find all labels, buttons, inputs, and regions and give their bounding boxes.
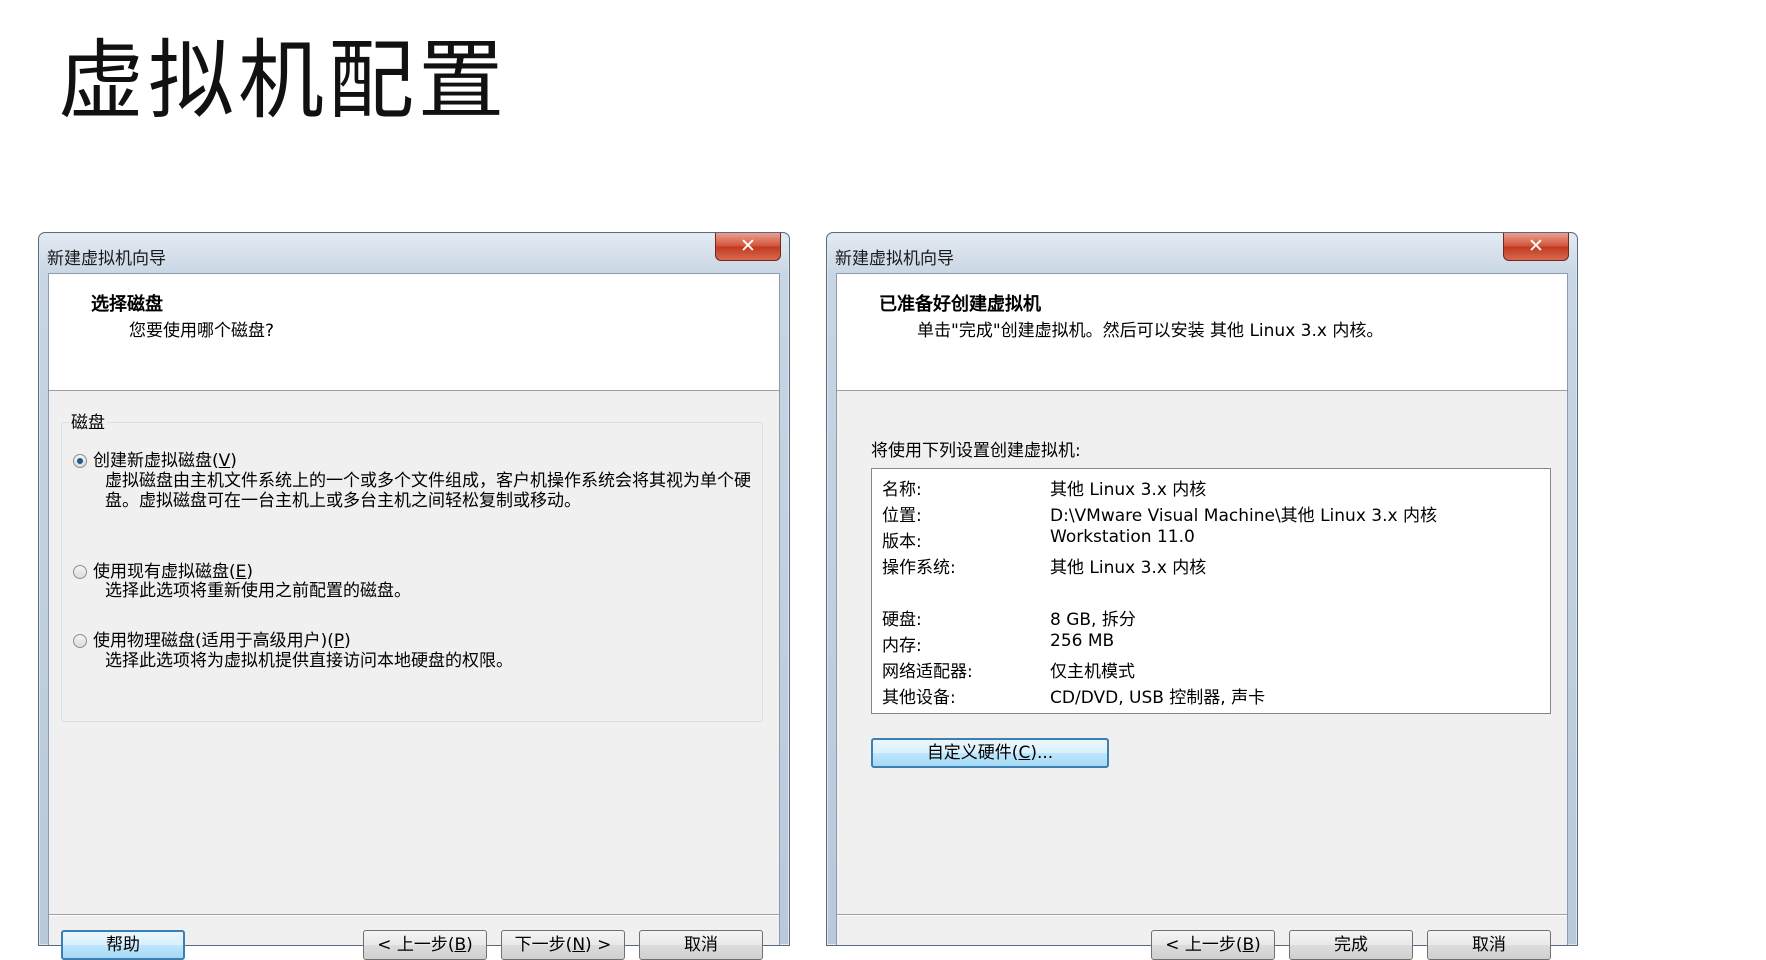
- close-icon: ✕: [1528, 235, 1544, 257]
- close-button[interactable]: ✕: [1503, 233, 1569, 261]
- radio-unchecked-icon[interactable]: [73, 634, 87, 648]
- setting-key: 网络适配器:: [882, 662, 973, 682]
- footer-divider: [49, 914, 779, 916]
- custom-label: 自定义硬件(: [926, 743, 1019, 763]
- setting-key: 位置:: [882, 506, 922, 526]
- mnemonic-key: N: [572, 935, 586, 955]
- window-title: 新建虚拟机向导: [47, 249, 166, 269]
- disk-group-label: 磁盘: [69, 408, 107, 433]
- setting-key: 内存:: [882, 636, 922, 656]
- cancel-button[interactable]: 取消: [639, 930, 763, 960]
- back-button[interactable]: < 上一步(B): [1151, 930, 1275, 960]
- radio-label-end: ): [230, 451, 237, 471]
- finish-button[interactable]: 完成: [1289, 930, 1413, 960]
- back-label: < 上一步(: [377, 935, 455, 955]
- mnemonic-key: B: [454, 935, 467, 955]
- radio-description: 虚拟磁盘由主机文件系统上的一个或多个文件组成，客户机操作系统会将其视为单个硬盘。…: [105, 471, 751, 511]
- dialog-client-area: 已准备好创建虚拟机 单击"完成"创建虚拟机。然后可以安装 其他 Linux 3.…: [836, 273, 1568, 960]
- radio-label: 创建新虚拟磁盘(: [93, 451, 219, 471]
- help-button[interactable]: 帮助: [61, 930, 185, 960]
- setting-value: 8 GB, 拆分: [1050, 610, 1136, 630]
- cancel-button[interactable]: 取消: [1427, 930, 1551, 960]
- setting-key: 名称:: [882, 480, 922, 500]
- new-vm-wizard-disk-dialog: 新建虚拟机向导 ✕ 选择磁盘 您要使用哪个磁盘? 磁盘 创建新虚拟磁盘(V) 虚…: [38, 232, 790, 960]
- setting-key: 操作系统:: [882, 558, 956, 578]
- mnemonic-key: P: [333, 631, 345, 651]
- back-label-end: ): [466, 935, 473, 955]
- title-bar[interactable]: 新建虚拟机向导 ✕: [827, 233, 1577, 273]
- window-title: 新建虚拟机向导: [835, 249, 954, 269]
- mnemonic-key: V: [218, 451, 231, 471]
- settings-intro: 将使用下列设置创建虚拟机:: [871, 441, 1081, 461]
- mnemonic-key: C: [1018, 743, 1031, 763]
- slide-title: 虚拟机配置: [58, 31, 508, 131]
- radio-use-physical-disk[interactable]: 使用物理磁盘(适用于高级用户)(P): [73, 626, 351, 651]
- close-button[interactable]: ✕: [715, 233, 781, 261]
- settings-summary-box[interactable]: 名称: 其他 Linux 3.x 内核 位置: D:\VMware Visual M…: [871, 468, 1551, 714]
- header-title: 选择磁盘: [91, 294, 163, 315]
- header-subtitle: 您要使用哪个磁盘?: [129, 321, 275, 341]
- header-title: 已准备好创建虚拟机: [879, 294, 1041, 315]
- radio-use-existing-disk[interactable]: 使用现有虚拟磁盘(E): [73, 557, 253, 582]
- back-button[interactable]: < 上一步(B): [363, 930, 487, 960]
- footer-divider: [837, 914, 1567, 916]
- radio-label: 使用物理磁盘(适用于高级用户)(: [93, 631, 334, 651]
- setting-key: 版本:: [882, 532, 922, 552]
- wizard-header: 选择磁盘 您要使用哪个磁盘?: [49, 274, 779, 391]
- custom-label-end: )...: [1030, 743, 1054, 763]
- radio-label-end: ): [246, 562, 254, 582]
- back-label-end: ): [1254, 935, 1261, 955]
- radio-label-end: ): [344, 631, 351, 651]
- setting-value: CD/DVD, USB 控制器, 声卡: [1050, 688, 1266, 708]
- next-label: 下一步(: [514, 935, 573, 955]
- radio-label: 使用现有虚拟磁盘(: [93, 562, 236, 582]
- radio-create-new-disk[interactable]: 创建新虚拟磁盘(V): [73, 446, 237, 471]
- close-icon: ✕: [740, 235, 756, 257]
- setting-value: 其他 Linux 3.x 内核: [1050, 480, 1207, 500]
- setting-value: Workstation 11.0: [1050, 527, 1195, 547]
- title-bar[interactable]: 新建虚拟机向导 ✕: [39, 233, 789, 273]
- setting-key: 其他设备:: [882, 688, 956, 708]
- setting-key: 硬盘:: [882, 610, 922, 630]
- customize-hardware-button[interactable]: 自定义硬件(C)...: [871, 738, 1109, 768]
- setting-value: D:\VMware Visual Machine\其他 Linux 3.x 内核: [1050, 506, 1437, 526]
- radio-description: 选择此选项将为虚拟机提供直接访问本地硬盘的权限。: [105, 651, 513, 671]
- setting-value: 仅主机模式: [1050, 662, 1135, 682]
- mnemonic-key: B: [1242, 935, 1255, 955]
- dialog-client-area: 选择磁盘 您要使用哪个磁盘? 磁盘 创建新虚拟磁盘(V) 虚拟磁盘由主机文件系统…: [48, 273, 780, 960]
- header-subtitle: 单击"完成"创建虚拟机。然后可以安装 其他 Linux 3.x 内核。: [917, 321, 1384, 341]
- setting-value: 256 MB: [1050, 631, 1115, 651]
- next-button[interactable]: 下一步(N) >: [501, 930, 625, 960]
- setting-value: 其他 Linux 3.x 内核: [1050, 558, 1207, 578]
- next-label-end: ) >: [585, 935, 612, 955]
- radio-checked-icon[interactable]: [73, 454, 87, 468]
- back-label: < 上一步(: [1165, 935, 1243, 955]
- wizard-header: 已准备好创建虚拟机 单击"完成"创建虚拟机。然后可以安装 其他 Linux 3.…: [837, 274, 1567, 391]
- mnemonic-key: E: [235, 562, 247, 582]
- radio-unchecked-icon[interactable]: [73, 565, 87, 579]
- radio-description: 选择此选项将重新使用之前配置的磁盘。: [105, 581, 411, 601]
- new-vm-wizard-summary-dialog: 新建虚拟机向导 ✕ 已准备好创建虚拟机 单击"完成"创建虚拟机。然后可以安装 其…: [826, 232, 1578, 960]
